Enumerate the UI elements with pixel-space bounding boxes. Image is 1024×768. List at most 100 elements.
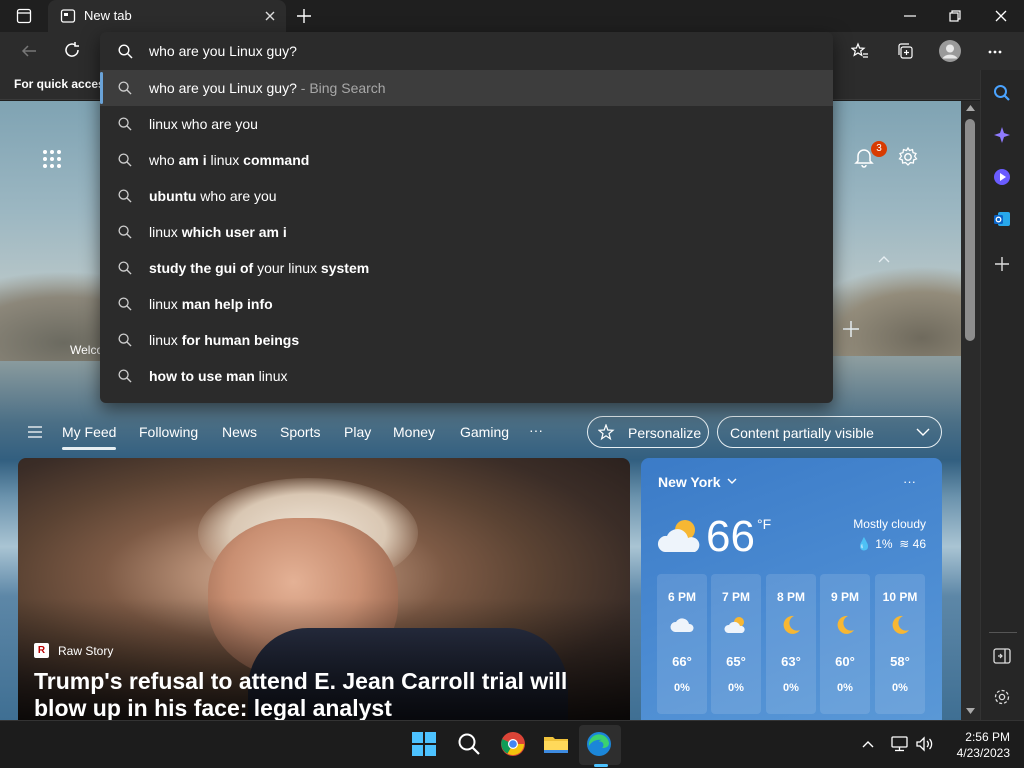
search-suggestion[interactable]: study the gui of your linux system (100, 250, 833, 286)
precip-drop-icon: 💧 (856, 537, 872, 551)
hour-time: 7 PM (721, 590, 750, 604)
hour-temp: 58° (890, 654, 910, 669)
add-shortcut-icon[interactable] (842, 320, 860, 338)
weather-city[interactable]: New York (658, 474, 721, 490)
scroll-down-arrow-icon[interactable] (966, 708, 975, 714)
weather-stats: 💧 1% ≋ 46 (857, 537, 926, 551)
collapse-chevron-up-icon[interactable] (877, 254, 891, 264)
suggestion-text-part: study the gui of (149, 260, 254, 276)
profile-avatar[interactable] (939, 40, 961, 62)
top-story-card[interactable]: R Raw Story Trump's refusal to attend E.… (18, 458, 630, 720)
hide-sidebar-icon[interactable] (993, 648, 1011, 664)
hourly-forecast-item[interactable]: 6 PM 66° 0% (657, 574, 707, 714)
minimize-icon[interactable] (902, 8, 918, 24)
feed-tab-money[interactable]: Money (393, 424, 435, 440)
volume-icon[interactable] (915, 736, 935, 752)
hour-precip: 0% (783, 682, 799, 694)
search-suggestion[interactable]: linux which user am i (100, 214, 833, 250)
search-suggestion[interactable]: linux who are you (100, 106, 833, 142)
hour-precip: 0% (674, 682, 690, 694)
suggestion-text-part: ubuntu (149, 188, 197, 204)
content-visibility-label: Content partially visible (730, 425, 874, 441)
sidebar-settings-gear-icon[interactable] (993, 688, 1011, 706)
feed-tab-news[interactable]: News (222, 424, 257, 440)
app-launcher-icon[interactable] (42, 149, 62, 169)
suggestion-text-part: how to use man (149, 368, 255, 384)
temperature-unit[interactable]: °F (757, 516, 771, 532)
search-suggestion[interactable]: who am i linux command (100, 142, 833, 178)
city-chevron-down-icon[interactable] (727, 478, 737, 485)
suggestion-text-part: for human beings (181, 332, 300, 348)
story-headline[interactable]: Trump's refusal to attend E. Jean Carrol… (34, 668, 614, 720)
search-suggestion[interactable]: ubuntu who are you (100, 178, 833, 214)
clock-time[interactable]: 2:56 PM (950, 730, 1010, 744)
hourly-forecast-item[interactable]: 7 PM 65° 0% (711, 574, 761, 714)
restore-icon[interactable] (947, 8, 963, 24)
suggestion-search-icon (118, 189, 132, 203)
hourly-forecast-item[interactable]: 8 PM 63° 0% (766, 574, 816, 714)
clock-date[interactable]: 4/23/2023 (942, 746, 1010, 760)
address-bar-input[interactable]: who are you Linux guy? (149, 43, 297, 59)
feed-tab-play[interactable]: Play (344, 424, 371, 440)
new-tab-plus-icon[interactable] (296, 8, 312, 24)
suggestion-text: study the gui of your linux system (149, 260, 369, 276)
network-icon[interactable] (890, 736, 910, 752)
feed-tab-my-feed[interactable]: My Feed (62, 424, 116, 440)
back-icon[interactable] (20, 42, 38, 60)
collections-icon[interactable] (896, 42, 914, 60)
windows-start-icon[interactable] (411, 731, 439, 759)
feed-tab-following[interactable]: Following (139, 424, 198, 440)
favorites-icon[interactable] (851, 42, 869, 60)
weather-condition: Mostly cloudy (853, 517, 926, 531)
feed-tab-gaming[interactable]: Gaming (460, 424, 509, 440)
weather-card[interactable]: New York ··· 66 °F Mostly cloudy 💧 1% ≋ … (641, 458, 942, 720)
taskbar-search-icon[interactable] (456, 731, 484, 759)
content-visibility-dropdown[interactable]: Content partially visible (717, 416, 942, 448)
suggestion-text-part: command (243, 152, 310, 168)
tab-new-tab[interactable]: New tab (48, 0, 286, 32)
moon-icon (888, 614, 912, 636)
tab-actions-icon[interactable] (16, 8, 32, 24)
copilot-sparkle-icon[interactable] (993, 126, 1011, 144)
file-explorer-icon[interactable] (543, 731, 571, 759)
search-suggestion[interactable]: how to use man linux (100, 358, 833, 394)
close-window-icon[interactable] (993, 8, 1009, 24)
page-scrollbar[interactable] (961, 101, 980, 720)
suggestion-text-part: linux (149, 296, 182, 312)
title-bar: New tab (0, 0, 1024, 32)
notification-count-badge: 3 (871, 141, 887, 157)
refresh-icon[interactable] (63, 41, 81, 59)
games-icon[interactable] (993, 168, 1011, 186)
hourly-forecast-item[interactable]: 9 PM 60° 0% (820, 574, 870, 714)
weather-more-options[interactable]: ··· (903, 474, 916, 489)
suggestion-text: linux who are you (149, 116, 258, 132)
current-temperature: 66 (706, 512, 755, 561)
scroll-up-arrow-icon[interactable] (966, 105, 975, 111)
suggestion-text: linux for human beings (149, 332, 299, 348)
search-icon[interactable] (993, 84, 1011, 102)
hour-temp: 65° (726, 654, 746, 669)
personalize-button[interactable]: Personalize (587, 416, 709, 448)
running-app-indicator (594, 764, 608, 767)
search-suggestion[interactable]: who are you Linux guy? - Bing Search (100, 70, 833, 106)
feed-more-tabs[interactable]: ··· (529, 422, 543, 438)
outlook-icon[interactable] (993, 210, 1011, 228)
chrome-icon[interactable] (500, 731, 528, 759)
close-tab-icon[interactable] (264, 10, 276, 22)
hour-temp: 66° (672, 654, 692, 669)
feed-menu-hamburger-icon[interactable] (28, 426, 42, 438)
feed-tab-sports[interactable]: Sports (280, 424, 320, 440)
search-suggestion[interactable]: linux for human beings (100, 322, 833, 358)
edge-icon[interactable] (586, 731, 614, 759)
suggestion-text: linux which user am i (149, 224, 287, 240)
search-suggestion[interactable]: linux man help info (100, 286, 833, 322)
hourly-forecast-item[interactable]: 10 PM 58° 0% (875, 574, 925, 714)
personalize-sparkle-icon (598, 424, 616, 442)
scrollbar-thumb[interactable] (965, 119, 975, 341)
page-settings-gear-icon[interactable] (897, 146, 919, 168)
settings-more-icon[interactable] (987, 44, 1003, 60)
show-hidden-icons-chevron-up-icon[interactable] (861, 739, 875, 749)
precip-value: 1% (875, 537, 893, 551)
suggestion-text: who am i linux command (149, 152, 309, 168)
add-sidebar-app-icon[interactable] (994, 256, 1010, 272)
